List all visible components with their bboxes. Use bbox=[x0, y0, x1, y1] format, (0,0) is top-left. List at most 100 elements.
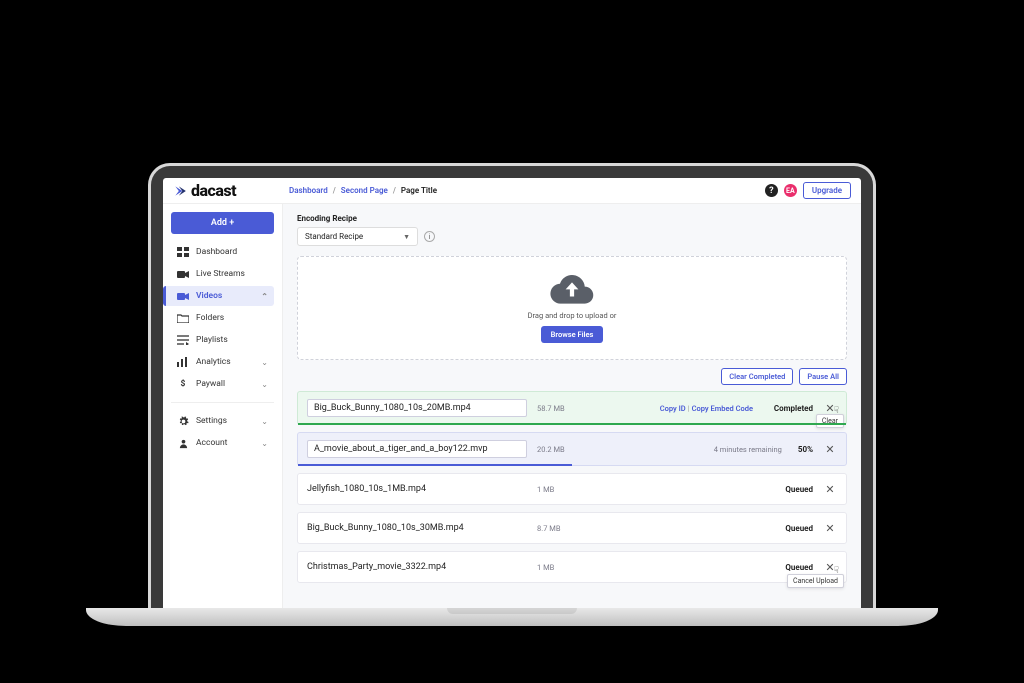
cancel-upload-button[interactable]: ✕ bbox=[823, 522, 837, 535]
recipe-row: Standard Recipe ▼ i bbox=[297, 227, 847, 246]
nav-label: Dashboard bbox=[196, 247, 237, 257]
upload-status: Queued bbox=[763, 485, 813, 494]
cloud-upload-icon bbox=[549, 271, 595, 305]
chevron-down-icon: ⌄ bbox=[261, 417, 268, 426]
recipe-select[interactable]: Standard Recipe ▼ bbox=[297, 227, 418, 246]
analytics-icon bbox=[177, 357, 189, 367]
time-remaining: 4 minutes remaining bbox=[714, 445, 782, 454]
nav-label: Account bbox=[196, 438, 227, 448]
laptop-bezel: dacast Dashboard / Second Page / Page Ti… bbox=[151, 166, 873, 608]
nav-label: Analytics bbox=[196, 357, 231, 367]
filename: Christmas_Party_movie_3322.mp4 bbox=[307, 559, 527, 575]
copy-id-link[interactable]: Copy ID bbox=[660, 404, 686, 413]
tooltip-cancel: Cancel Upload bbox=[787, 574, 844, 588]
upload-row-queued: Big_Buck_Bunny_1080_10s_30MB.mp4 8.7 MB … bbox=[297, 512, 847, 544]
playlist-icon bbox=[177, 335, 189, 345]
chevron-up-icon: ⌃ bbox=[261, 292, 268, 301]
encoding-recipe-label: Encoding Recipe bbox=[297, 214, 847, 223]
nav-label: Playlists bbox=[196, 335, 228, 345]
upload-row-queued: Christmas_Party_movie_3322.mp4 1 MB Queu… bbox=[297, 551, 847, 583]
info-icon[interactable]: i bbox=[424, 231, 435, 242]
sidebar-item-playlists[interactable]: Playlists bbox=[171, 330, 274, 350]
filesize: 58.7 MB bbox=[537, 404, 587, 413]
topbar-right: ? EA Upgrade bbox=[765, 182, 851, 199]
dashboard-icon bbox=[177, 247, 189, 257]
upload-links: Copy ID|Copy Embed Code bbox=[660, 404, 753, 413]
cancel-upload-button[interactable]: ✕ bbox=[823, 443, 837, 456]
breadcrumb-second[interactable]: Second Page bbox=[341, 186, 388, 195]
caret-down-icon: ▼ bbox=[403, 233, 410, 241]
sidebar-item-live[interactable]: Live Streams bbox=[171, 264, 274, 284]
upload-status: Queued bbox=[763, 563, 813, 572]
upload-actions: Clear Completed Pause All bbox=[297, 368, 847, 385]
dollar-icon: $ bbox=[177, 379, 189, 389]
breadcrumb-current: Page Title bbox=[401, 186, 437, 195]
sidebar-item-settings[interactable]: Settings ⌄ bbox=[171, 411, 274, 431]
topbar: dacast Dashboard / Second Page / Page Ti… bbox=[163, 178, 861, 204]
filesize: 8.7 MB bbox=[537, 524, 587, 533]
sidebar-item-videos[interactable]: Videos ⌃ bbox=[163, 286, 274, 306]
video-icon bbox=[177, 291, 189, 301]
app-screen: dacast Dashboard / Second Page / Page Ti… bbox=[163, 178, 861, 608]
logo-chevron-icon bbox=[173, 184, 187, 198]
gear-icon bbox=[177, 416, 189, 426]
filename: Jellyfish_1080_10s_1MB.mp4 bbox=[307, 481, 527, 497]
upload-status: Completed bbox=[763, 404, 813, 413]
nav-label: Folders bbox=[196, 313, 224, 323]
cancel-upload-button[interactable]: ✕ bbox=[823, 561, 837, 574]
brand-text: dacast bbox=[191, 181, 236, 200]
upgrade-button[interactable]: Upgrade bbox=[803, 182, 851, 199]
browse-files-button[interactable]: Browse Files bbox=[541, 326, 604, 343]
filesize: 1 MB bbox=[537, 563, 587, 572]
clear-upload-button[interactable]: ✕ bbox=[823, 402, 837, 415]
laptop-frame: dacast Dashboard / Second Page / Page Ti… bbox=[148, 163, 876, 608]
folder-icon bbox=[177, 313, 189, 323]
filename: Big_Buck_Bunny_1080_10s_20MB.mp4 bbox=[307, 399, 527, 417]
sidebar-divider bbox=[171, 402, 274, 403]
avatar[interactable]: EA bbox=[784, 184, 797, 197]
progress-bar bbox=[298, 423, 846, 425]
nav-label: Paywall bbox=[196, 379, 225, 389]
sidebar-item-folders[interactable]: Folders bbox=[171, 308, 274, 328]
nav-label: Live Streams bbox=[196, 269, 245, 279]
sidebar-item-account[interactable]: Account ⌄ bbox=[171, 433, 274, 453]
nav-label: Videos bbox=[196, 291, 222, 301]
laptop-base bbox=[86, 608, 938, 626]
sidebar: Add + Dashboard Live Streams Videos ⌃ bbox=[163, 204, 283, 608]
breadcrumb-sep: / bbox=[393, 186, 396, 195]
breadcrumb-dashboard[interactable]: Dashboard bbox=[289, 186, 328, 195]
chevron-down-icon: ⌄ bbox=[261, 380, 268, 389]
upload-dropzone[interactable]: Drag and drop to upload or Browse Files bbox=[297, 256, 847, 360]
upload-row-completed: Big_Buck_Bunny_1080_10s_20MB.mp4 58.7 MB… bbox=[297, 391, 847, 425]
brand-logo[interactable]: dacast bbox=[173, 181, 283, 200]
breadcrumb-sep: / bbox=[333, 186, 336, 195]
upload-row-uploading: A_movie_about_a_tiger_and_a_boy122.mvp 2… bbox=[297, 432, 847, 466]
filename: Big_Buck_Bunny_1080_10s_30MB.mp4 bbox=[307, 520, 527, 536]
main-panel: Encoding Recipe Standard Recipe ▼ i bbox=[283, 204, 861, 608]
chevron-down-icon: ⌄ bbox=[261, 439, 268, 448]
sidebar-item-dashboard[interactable]: Dashboard bbox=[171, 242, 274, 262]
sidebar-item-analytics[interactable]: Analytics ⌄ bbox=[171, 352, 274, 372]
progress-bar bbox=[298, 464, 572, 466]
upload-status: Queued bbox=[763, 524, 813, 533]
dropzone-text: Drag and drop to upload or bbox=[528, 311, 617, 320]
chevron-down-icon: ⌄ bbox=[261, 358, 268, 367]
sidebar-item-paywall[interactable]: $ Paywall ⌄ bbox=[171, 374, 274, 394]
tooltip-clear: Clear bbox=[816, 414, 844, 428]
cancel-upload-button[interactable]: ✕ bbox=[823, 483, 837, 496]
camera-icon bbox=[177, 269, 189, 279]
upload-percent: 50% bbox=[798, 445, 813, 454]
add-button[interactable]: Add + bbox=[171, 212, 274, 234]
breadcrumb: Dashboard / Second Page / Page Title bbox=[289, 186, 437, 195]
filesize: 1 MB bbox=[537, 485, 587, 494]
filename: A_movie_about_a_tiger_and_a_boy122.mvp bbox=[307, 440, 527, 458]
copy-embed-link[interactable]: Copy Embed Code bbox=[692, 404, 753, 413]
upload-row-queued: Jellyfish_1080_10s_1MB.mp4 1 MB Queued ✕ bbox=[297, 473, 847, 505]
filesize: 20.2 MB bbox=[537, 445, 587, 454]
clear-completed-button[interactable]: Clear Completed bbox=[721, 368, 793, 385]
app-body: Add + Dashboard Live Streams Videos ⌃ bbox=[163, 204, 861, 608]
person-icon bbox=[177, 438, 189, 448]
help-icon[interactable]: ? bbox=[765, 184, 778, 197]
nav-label: Settings bbox=[196, 416, 227, 426]
pause-all-button[interactable]: Pause All bbox=[799, 368, 847, 385]
